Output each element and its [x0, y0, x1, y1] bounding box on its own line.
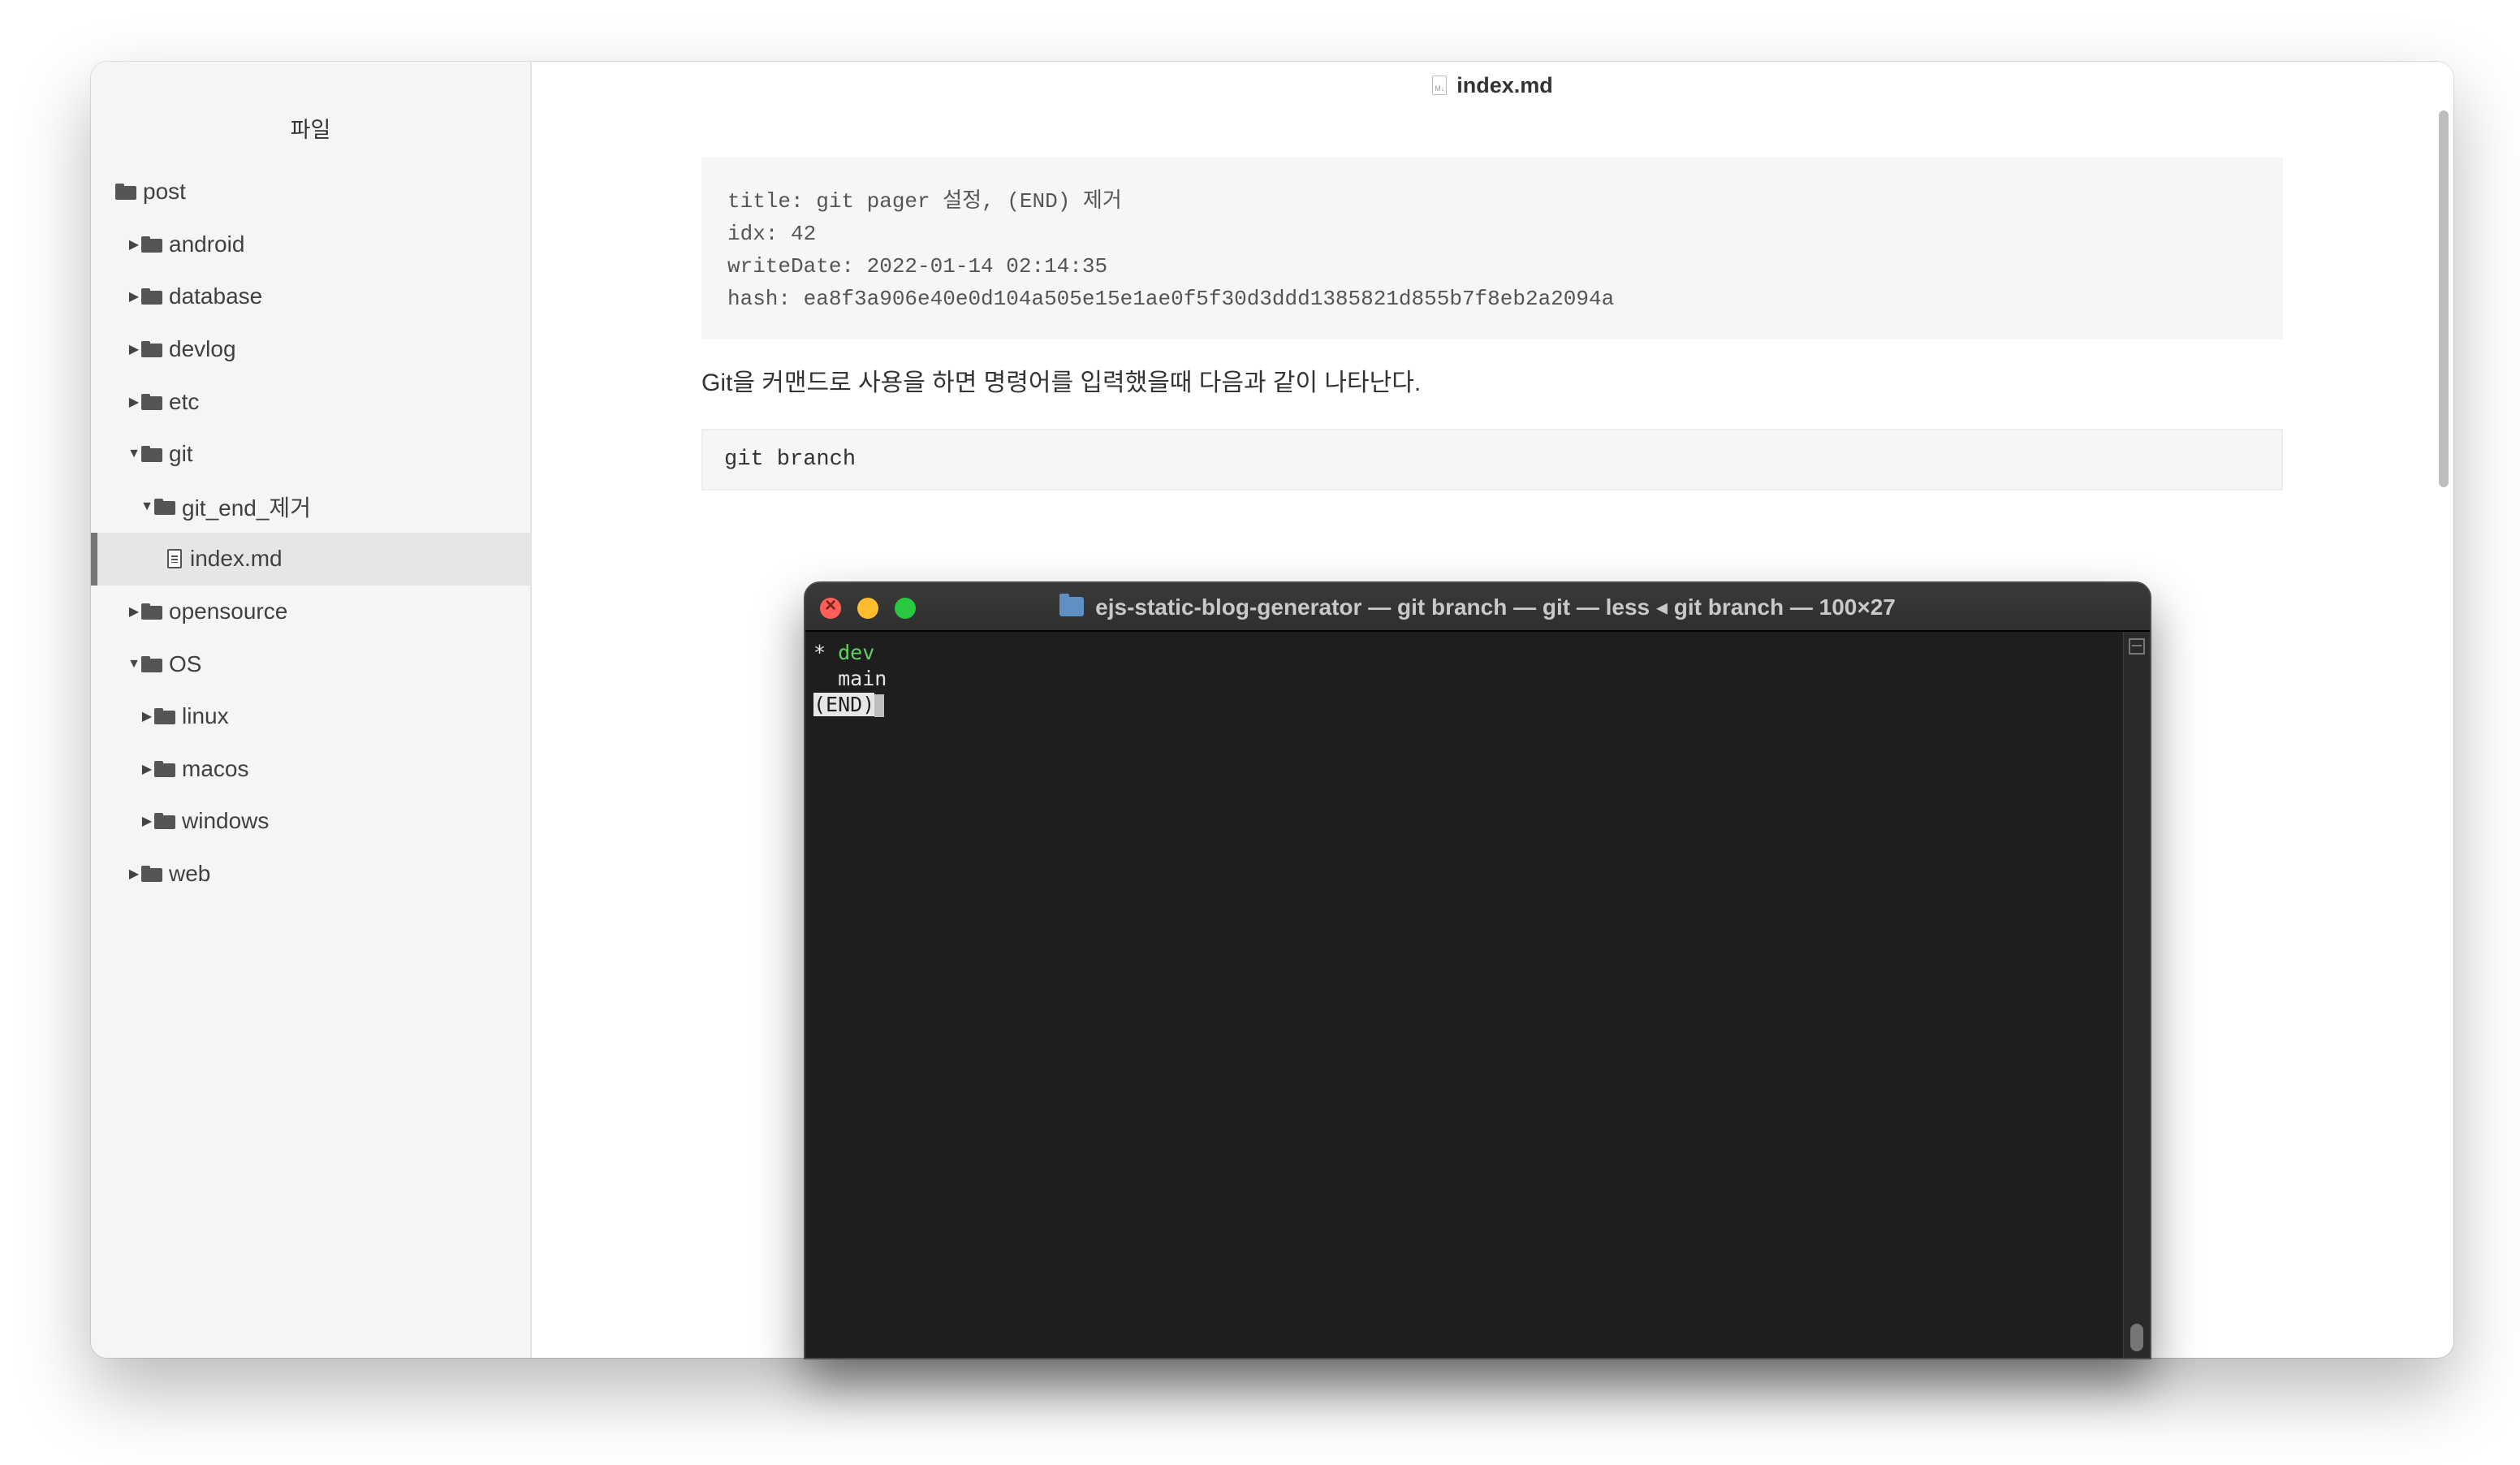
- branch-name: main: [813, 667, 887, 690]
- sidebar-item-label: windows: [182, 808, 270, 834]
- chevron-right-icon[interactable]: ▶: [128, 866, 140, 882]
- branch-marker: *: [813, 641, 839, 664]
- file-tree: ▶post▶android▶database▶devlog▶etc▼git▼gi…: [91, 166, 530, 900]
- current-branch: dev: [838, 641, 875, 664]
- folder-icon: [141, 655, 162, 672]
- folder-icon: [115, 184, 136, 201]
- file-icon: [167, 549, 182, 569]
- folder-icon: [1059, 594, 1085, 616]
- terminal-minimize-button[interactable]: [857, 598, 878, 619]
- sidebar-item-git[interactable]: ▼ git: [91, 428, 530, 481]
- front-matter-line: idx: 42: [727, 222, 817, 246]
- front-matter-line: writeDate: 2022-01-14 02:14:35: [727, 254, 1108, 279]
- chevron-right-icon[interactable]: ▶: [141, 708, 153, 724]
- terminal-title: ejs-static-blog-generator — git branch —…: [1095, 594, 1896, 620]
- folder-icon: [154, 498, 175, 515]
- sidebar-item-label: post: [143, 179, 186, 205]
- front-matter-line: title: git pager 설정, (END) 제거: [727, 189, 1122, 214]
- folder-icon: [141, 393, 162, 410]
- document-titlebar: M↓ index.md: [532, 62, 2453, 109]
- folder-icon: [141, 236, 162, 253]
- sidebar-item-windows[interactable]: ▶ windows: [91, 795, 530, 848]
- document-title: index.md: [1456, 72, 1553, 97]
- folder-icon: [141, 603, 162, 620]
- sidebar-item-label: opensource: [169, 599, 288, 624]
- sidebar-item-git-end-[interactable]: ▼ git_end_제거: [91, 481, 530, 534]
- sidebar-item-macos[interactable]: ▶ macos: [91, 743, 530, 796]
- chevron-right-icon[interactable]: ▶: [128, 288, 140, 305]
- sidebar-item-label: macos: [182, 755, 249, 781]
- terminal-window: ejs-static-blog-generator — git branch —…: [804, 581, 2151, 1359]
- sidebar-item-index-md[interactable]: ▶index.md: [91, 533, 530, 586]
- sidebar-item-label: index.md: [190, 546, 283, 572]
- sidebar-item-label: git_end_제거: [182, 495, 311, 521]
- sidebar-item-label: OS: [169, 650, 202, 676]
- body-paragraph[interactable]: Git을 커맨드로 사용을 하면 명령어를 입력했을때 다음과 같이 나타난다.: [701, 362, 1421, 398]
- folder-icon: [154, 813, 175, 830]
- sidebar-item-label: linux: [182, 703, 229, 729]
- terminal-zoom-button[interactable]: [895, 598, 916, 619]
- folder-icon: [141, 288, 162, 305]
- terminal-scrollbar[interactable]: [2123, 632, 2150, 1358]
- terminal-close-button[interactable]: [820, 594, 841, 619]
- sidebar-item-label: git: [169, 441, 193, 467]
- chevron-down-icon[interactable]: ▼: [127, 657, 140, 672]
- sidebar-item-etc[interactable]: ▶ etc: [91, 375, 530, 428]
- sidebar-item-os[interactable]: ▼ OS: [91, 637, 530, 690]
- front-matter-block[interactable]: title: git pager 설정, (END) 제거 idx: 42 wr…: [701, 158, 2283, 339]
- sidebar-item-devlog[interactable]: ▶ devlog: [91, 323, 530, 376]
- sidebar-item-label: etc: [169, 388, 200, 414]
- chevron-right-icon[interactable]: ▶: [128, 394, 140, 410]
- chevron-right-icon[interactable]: ▶: [128, 341, 140, 357]
- split-pane-icon[interactable]: [2129, 638, 2145, 655]
- sidebar-item-android[interactable]: ▶ android: [91, 218, 530, 271]
- sidebar-title: 파일: [290, 118, 331, 142]
- file-sidebar: 파일 ▶post▶android▶database▶devlog▶etc▼git…: [91, 62, 532, 1358]
- front-matter-line: hash: ea8f3a906e40e0d104a505e15e1ae0f5f3…: [727, 287, 1615, 311]
- terminal-scroll-thumb[interactable]: [2130, 1324, 2143, 1351]
- sidebar-item-label: web: [169, 861, 211, 887]
- terminal-window-controls: [820, 594, 916, 619]
- code-text: git branch: [724, 447, 857, 472]
- chevron-down-icon[interactable]: ▼: [127, 447, 140, 461]
- sidebar-item-label: devlog: [169, 336, 236, 362]
- sidebar-item-label: android: [169, 231, 245, 257]
- terminal-titlebar: ejs-static-blog-generator — git branch —…: [805, 583, 2150, 632]
- folder-icon: [154, 708, 175, 725]
- folder-icon: [141, 446, 162, 463]
- sidebar-item-opensource[interactable]: ▶ opensource: [91, 586, 530, 638]
- chevron-down-icon[interactable]: ▼: [140, 499, 153, 514]
- sidebar-item-web[interactable]: ▶ web: [91, 848, 530, 901]
- terminal-cursor: [874, 694, 885, 717]
- markdown-file-icon: M↓: [1432, 76, 1448, 95]
- chevron-right-icon[interactable]: ▶: [128, 603, 140, 620]
- folder-icon: [141, 341, 162, 358]
- sidebar-item-post[interactable]: ▶post: [91, 166, 530, 218]
- terminal-output[interactable]: * dev main (END): [813, 640, 2121, 1358]
- editor-scrollbar[interactable]: [2439, 110, 2449, 487]
- sidebar-item-linux[interactable]: ▶ linux: [91, 690, 530, 743]
- sidebar-item-label: database: [169, 283, 263, 309]
- chevron-right-icon[interactable]: ▶: [141, 761, 153, 777]
- folder-icon: [154, 760, 175, 777]
- folder-icon: [141, 866, 162, 883]
- end-marker: (END): [813, 693, 875, 716]
- chevron-right-icon[interactable]: ▶: [141, 813, 153, 829]
- sidebar-item-database[interactable]: ▶ database: [91, 270, 530, 323]
- code-block[interactable]: git branch: [701, 429, 2283, 490]
- chevron-right-icon[interactable]: ▶: [128, 236, 140, 253]
